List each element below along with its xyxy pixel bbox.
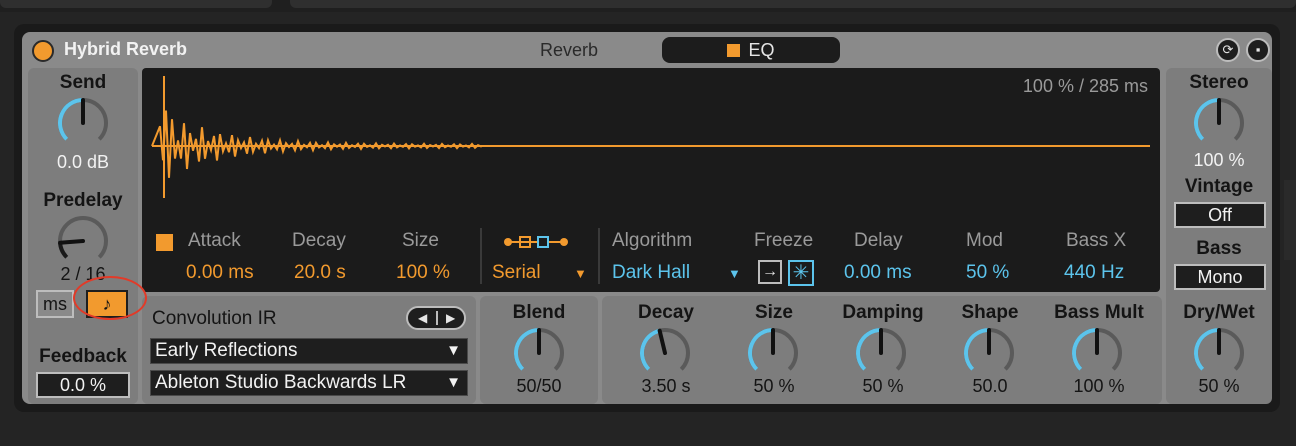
- vintage-select[interactable]: Off: [1174, 202, 1266, 228]
- blend-panel: Blend 50/50: [480, 296, 598, 404]
- routing-dropdown-arrow-icon[interactable]: ▼: [574, 266, 587, 281]
- stereo-label: Stereo: [1189, 72, 1249, 93]
- freeze-arrow-icon[interactable]: →: [758, 260, 782, 284]
- attack-enable-indicator[interactable]: [156, 234, 173, 251]
- drywet-label: Dry/Wet: [1183, 302, 1255, 323]
- blend-value: 50/50: [516, 376, 562, 396]
- display-divider: [598, 228, 600, 284]
- display-divider: [480, 228, 482, 284]
- blend-label: Blend: [512, 302, 566, 323]
- bass-mono-toggle[interactable]: Mono: [1174, 264, 1266, 290]
- save-icon[interactable]: ▪: [1246, 38, 1270, 62]
- freeze-snowflake-icon[interactable]: ✳: [788, 260, 814, 286]
- feedback-value[interactable]: 0.0 %: [36, 372, 130, 398]
- algo-shape-knob[interactable]: [962, 326, 1016, 380]
- blend-knob[interactable]: [512, 326, 566, 380]
- bassx-label: Bass X: [1066, 230, 1127, 251]
- drywet-value: 50 %: [1198, 376, 1240, 396]
- tab-eq[interactable]: EQ: [662, 37, 840, 63]
- algorithm-dropdown-arrow-icon[interactable]: ▼: [728, 266, 741, 281]
- swap-icon[interactable]: ⟳: [1216, 38, 1240, 62]
- decay-label: Decay: [292, 230, 346, 251]
- top-bar: [0, 0, 1296, 12]
- predelay-label: Predelay: [43, 190, 123, 211]
- algorithm-label: Algorithm: [612, 230, 693, 251]
- feedback-label: Feedback: [39, 346, 127, 367]
- routing-value[interactable]: Serial: [492, 262, 541, 284]
- device-title: Hybrid Reverb: [64, 39, 188, 59]
- chevron-down-icon: ▼: [446, 342, 461, 359]
- ir-prev-icon[interactable]: ◀: [418, 308, 427, 328]
- size-label: Size: [402, 230, 439, 251]
- send-value: 0.0 dB: [56, 152, 110, 172]
- predelay-knob[interactable]: [56, 214, 110, 268]
- device-power-button[interactable]: [32, 40, 54, 62]
- size-value[interactable]: 100 %: [396, 262, 450, 284]
- algo-bassmult-knob[interactable]: [1070, 326, 1124, 380]
- algo-damping-knob[interactable]: [854, 326, 908, 380]
- send-label: Send: [59, 72, 107, 93]
- drywet-knob[interactable]: [1192, 326, 1246, 380]
- algo-bassmult-label: Bass Mult: [1054, 302, 1144, 323]
- top-bar-segment: [0, 0, 272, 8]
- delay-label: Delay: [854, 230, 903, 251]
- algo-damping-label: Damping: [842, 302, 924, 323]
- stereo-value: 100 %: [1193, 150, 1245, 170]
- algorithm-panel: Decay 3.50 s Size 50 % Damping 50 % Shap…: [602, 296, 1162, 404]
- ir-browse-arrows[interactable]: ◀ ▶: [406, 306, 466, 330]
- algo-decay-label: Decay: [638, 302, 694, 323]
- algo-shape-value: 50.0: [972, 376, 1008, 396]
- freeze-label: Freeze: [754, 230, 814, 251]
- ir-category-value: Early Reflections: [155, 340, 298, 361]
- ir-arrow-divider: [436, 311, 438, 325]
- algo-damping-value: 50 %: [862, 376, 904, 396]
- predelay-ms-toggle[interactable]: ms: [36, 290, 74, 318]
- ir-next-icon[interactable]: ▶: [446, 308, 455, 328]
- algo-bassmult-value: 100 %: [1073, 376, 1125, 396]
- bassx-value[interactable]: 440 Hz: [1064, 262, 1124, 284]
- eq-enable-indicator[interactable]: [727, 44, 741, 57]
- routing-icon: [504, 236, 568, 248]
- vintage-label: Vintage: [1184, 176, 1254, 197]
- algo-size-label: Size: [754, 302, 794, 323]
- tab-reverb[interactable]: Reverb: [480, 36, 658, 66]
- annotation-highlight-circle: [73, 276, 147, 320]
- chevron-down-icon: ▼: [446, 374, 461, 391]
- send-knob[interactable]: [56, 96, 110, 150]
- impulse-waveform: [151, 76, 1150, 198]
- attack-value[interactable]: 0.00 ms: [186, 262, 254, 284]
- hybrid-reverb-device: Hybrid Reverb Reverb EQ ⟳ ▪ Send 0.0 dB …: [14, 24, 1280, 412]
- stereo-knob[interactable]: [1192, 96, 1246, 150]
- mod-value[interactable]: 50 %: [966, 262, 1009, 284]
- convolution-ir-label: Convolution IR: [152, 308, 277, 329]
- algo-decay-knob[interactable]: [638, 326, 692, 380]
- algo-decay-value: 3.50 s: [641, 376, 691, 396]
- attack-label: Attack: [188, 230, 241, 251]
- algorithm-value[interactable]: Dark Hall: [612, 262, 690, 284]
- decay-value[interactable]: 20.0 s: [294, 262, 346, 284]
- right-column: Stereo 100 % Vintage Off Bass Mono Dry/W…: [1166, 68, 1272, 404]
- left-column: Send 0.0 dB Predelay 2 / 16 ms ♪ Feedbac…: [28, 68, 138, 404]
- device-body: Hybrid Reverb Reverb EQ ⟳ ▪ Send 0.0 dB …: [22, 32, 1272, 404]
- waveform-shape: [151, 76, 483, 198]
- ir-category-select[interactable]: Early Reflections ▼: [150, 338, 468, 364]
- delay-value[interactable]: 0.00 ms: [844, 262, 912, 284]
- top-bar-segment: [290, 0, 1296, 8]
- algo-size-value: 50 %: [753, 376, 795, 396]
- scrollbar[interactable]: [1284, 180, 1296, 260]
- mod-label: Mod: [966, 230, 1003, 251]
- algo-shape-label: Shape: [961, 302, 1019, 323]
- tab-eq-label: EQ: [748, 40, 775, 60]
- ir-display: 100 % / 285 ms Attack 0.00 ms Decay 20.0…: [142, 68, 1160, 292]
- ir-file-value: Ableton Studio Backwards LR: [155, 372, 407, 393]
- ir-file-select[interactable]: Ableton Studio Backwards LR ▼: [150, 370, 468, 396]
- bass-label: Bass: [1196, 238, 1242, 259]
- convolution-panel: Convolution IR ◀ ▶ Early Reflections ▼ Ab…: [142, 296, 476, 404]
- algo-size-knob[interactable]: [746, 326, 800, 380]
